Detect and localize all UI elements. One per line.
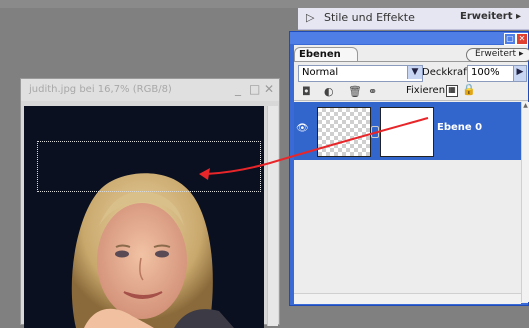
link-layers-icon[interactable]: ⚭ bbox=[368, 85, 377, 98]
palette-collapse-icon[interactable]: ▢ bbox=[504, 33, 516, 45]
layers-horizontal-scrollbar[interactable] bbox=[294, 293, 521, 304]
blend-mode-select[interactable]: Normal ▼ bbox=[298, 65, 423, 82]
styles-effects-bar[interactable]: ▷ Stile und Effekte Erweitert ▸ bbox=[298, 8, 529, 30]
opacity-slider-arrow-icon[interactable]: ▶ bbox=[513, 65, 527, 82]
lock-icon[interactable]: 🔒 bbox=[462, 83, 476, 96]
styles-effects-title: Stile und Effekte bbox=[324, 11, 415, 24]
expand-triangle-icon[interactable]: ▷ bbox=[306, 11, 314, 24]
eye-icon[interactable]: 👁 bbox=[296, 123, 309, 134]
maximize-icon[interactable]: □ bbox=[249, 82, 260, 96]
palette-body: Ebenen Erweitert ▸ Normal ▼ Deckkraft: 1… bbox=[294, 45, 529, 304]
palette-header[interactable]: ▢ ✕ bbox=[290, 32, 528, 45]
document-title: judith.jpg bei 16,7% (RGB/8) bbox=[29, 84, 172, 95]
styles-more-button[interactable]: Erweitert ▸ bbox=[460, 11, 521, 22]
layer-thumbnail[interactable] bbox=[317, 107, 371, 157]
toolbar-divider bbox=[294, 100, 528, 101]
blend-mode-value: Normal bbox=[302, 67, 339, 78]
trash-icon[interactable]: 🗑 bbox=[348, 85, 362, 98]
layers-more-button[interactable]: Erweitert ▸ bbox=[466, 48, 529, 62]
palette-close-icon[interactable]: ✕ bbox=[516, 33, 528, 45]
chevron-down-icon[interactable]: ▼ bbox=[407, 66, 422, 79]
layer-row[interactable]: 👁 Ebene 0 bbox=[294, 102, 521, 160]
scroll-up-icon[interactable]: ▲ bbox=[522, 102, 529, 109]
lock-label: Fixieren: bbox=[406, 85, 449, 96]
tab-ebenen[interactable]: Ebenen bbox=[294, 47, 358, 62]
portrait-photo bbox=[24, 106, 264, 328]
close-icon[interactable]: ✕ bbox=[264, 82, 274, 96]
marquee-selection[interactable] bbox=[37, 141, 261, 192]
opacity-input[interactable]: 100% bbox=[467, 65, 516, 82]
document-titlebar[interactable]: judith.jpg bei 16,7% (RGB/8) _ □ ✕ bbox=[21, 79, 279, 101]
workspace-background bbox=[0, 0, 529, 8]
layer-mask-thumbnail[interactable] bbox=[380, 107, 434, 157]
layers-scrollbar[interactable]: ▲ bbox=[521, 102, 529, 302]
lock-transparency-checkbox[interactable]: ▦ bbox=[446, 85, 458, 97]
adjustment-layer-icon[interactable]: ◐ bbox=[324, 85, 334, 98]
document-scrollbar[interactable] bbox=[267, 106, 278, 326]
document-window: judith.jpg bei 16,7% (RGB/8) _ □ ✕ bbox=[20, 78, 280, 328]
mask-link-icon[interactable] bbox=[371, 126, 379, 138]
image-canvas[interactable] bbox=[24, 106, 264, 328]
layer-name[interactable]: Ebene 0 bbox=[437, 122, 482, 133]
new-layer-icon[interactable]: ◘ bbox=[302, 85, 311, 98]
layers-palette: ▢ ✕ Ebenen Erweitert ▸ Normal ▼ Deckkraf… bbox=[289, 31, 529, 306]
minimize-icon[interactable]: _ bbox=[235, 82, 241, 96]
